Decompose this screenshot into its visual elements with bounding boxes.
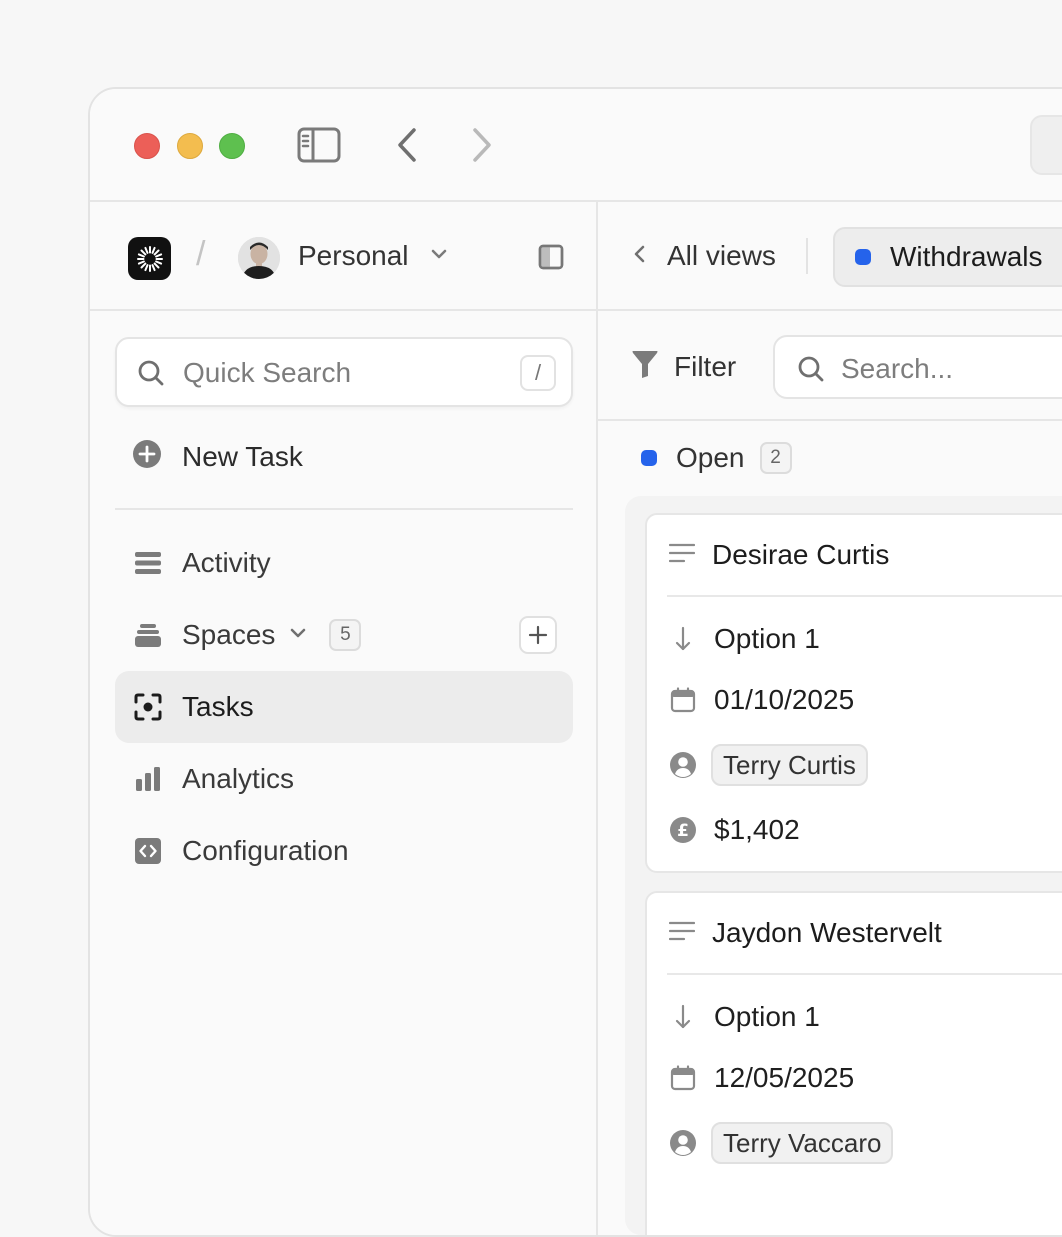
calendar-icon [669,1065,697,1091]
view-tab-label: Withdrawals [890,241,1043,272]
card-divider [667,595,1062,597]
text-lines-icon [668,542,696,569]
card-title: Desirae Curtis [712,539,890,570]
list-icon [133,549,163,577]
search-icon [797,355,825,388]
search-icon [137,359,165,392]
assignee-chip[interactable]: Terry Vaccaro [711,1122,894,1164]
back-arrow-icon[interactable] [394,127,424,168]
header-divider [806,238,808,274]
view-search-box[interactable] [773,335,1062,399]
card-option-row[interactable]: Option 1 [669,623,820,655]
main-panel: All views Withdrawals Filter Search... O… [598,202,1062,1235]
task-card[interactable]: Jaydon Westervelt Option 1 12/05/2025 Te… [645,891,1062,1235]
add-space-button[interactable] [519,616,557,654]
filter-label: Filter [674,350,737,382]
close-window-button[interactable] [134,133,160,159]
stack-icon [133,621,163,649]
workspace-name[interactable]: Personal [298,240,409,272]
all-views-label: All views [667,240,776,271]
new-task-label: New Task [182,440,303,472]
assignee-chip[interactable]: Terry Curtis [711,744,868,786]
sidebar-item-configuration[interactable]: Configuration [115,815,573,887]
funnel-icon [632,349,658,384]
collapse-sidebar-icon[interactable] [538,244,564,275]
chevron-down-icon[interactable] [289,626,307,644]
card-title-row: Desirae Curtis [668,539,890,571]
new-task-button[interactable]: New Task [132,439,303,474]
search-shortcut-key: / [520,355,556,391]
toolbar-button[interactable] [1030,115,1062,175]
card-assignee-row[interactable]: Terry Curtis [669,744,868,786]
sidebar-item-analytics[interactable]: Analytics [115,743,573,815]
zoom-window-button[interactable] [219,133,245,159]
card-option-row[interactable]: Option 1 [669,1001,820,1033]
card-option: Option 1 [714,623,820,654]
card-amount-row[interactable]: £ $1,402 [669,814,800,846]
card-assignee-row[interactable]: Terry Vaccaro [669,1122,894,1164]
card-amount: $1,402 [714,814,800,845]
sidebar: / Personal Quick Search / New Task Activ… [90,202,598,1235]
status-count-badge: 2 [759,442,792,474]
spaces-count-badge: 5 [329,619,362,651]
pound-coin-icon: £ [669,816,697,844]
sidebar-item-tasks[interactable]: Tasks [115,671,573,743]
card-title-row: Jaydon Westervelt [668,917,942,949]
minimize-window-button[interactable] [177,133,203,159]
forward-arrow-icon[interactable] [465,127,495,168]
card-date-row[interactable]: 01/10/2025 [669,684,854,716]
plus-icon [528,625,548,645]
status-group-header[interactable]: Open 2 [641,442,792,474]
svg-text:£: £ [677,821,689,841]
sidebar-item-label: Analytics [182,763,295,794]
arrow-down-icon [669,1004,697,1030]
chevron-left-icon [633,243,647,270]
quick-search-input[interactable] [183,353,503,393]
app-window: / Personal Quick Search / New Task Activ… [88,87,1062,1237]
plus-circle-icon [132,439,162,474]
filter-bar: Filter [598,311,1062,421]
calendar-icon [669,687,697,713]
focus-icon [133,693,163,721]
quick-search-box[interactable]: / [115,337,573,407]
card-date: 01/10/2025 [714,684,855,715]
card-divider [667,973,1062,975]
text-lines-icon [668,920,696,947]
card-title: Jaydon Westervelt [712,917,942,948]
sidebar-header: / Personal [90,202,596,311]
card-option: Option 1 [714,1001,820,1032]
view-header: All views Withdrawals [598,202,1062,311]
card-date: 12/05/2025 [714,1062,855,1093]
chevron-down-icon[interactable] [430,247,448,265]
tab-withdrawals[interactable]: Withdrawals [833,227,1062,287]
all-views-button[interactable]: All views [633,240,776,272]
user-circle-icon [669,1129,697,1157]
status-color-dot [641,450,657,466]
card-date-row[interactable]: 12/05/2025 [669,1062,854,1094]
title-bar [90,89,1062,202]
arrow-down-icon [669,626,697,652]
view-search-input[interactable] [841,349,1062,389]
task-card[interactable]: Desirae Curtis Option 1 01/10/2025 Terry… [645,513,1062,873]
sidebar-item-label: Configuration [182,835,349,866]
user-circle-icon [669,751,697,779]
sidebar-item-label: Activity [182,547,271,578]
status-group-label: Open [676,442,745,473]
sidebar-item-activity[interactable]: Activity [115,527,573,599]
bar-chart-icon [133,765,163,793]
avatar[interactable] [238,237,280,279]
sidebar-item-label: Spaces [182,619,276,650]
app-logo[interactable] [128,237,171,280]
sidebar-toggle-icon[interactable] [297,127,341,168]
breadcrumb-separator: / [196,235,206,273]
sidebar-item-label: Tasks [182,691,254,722]
sidebar-item-spaces[interactable]: Spaces 5 [115,599,573,671]
sunburst-logo-icon [136,245,163,272]
sidebar-divider [115,508,573,510]
view-color-dot [855,249,871,265]
filter-button[interactable]: Filter [632,349,736,384]
code-icon [133,837,163,865]
